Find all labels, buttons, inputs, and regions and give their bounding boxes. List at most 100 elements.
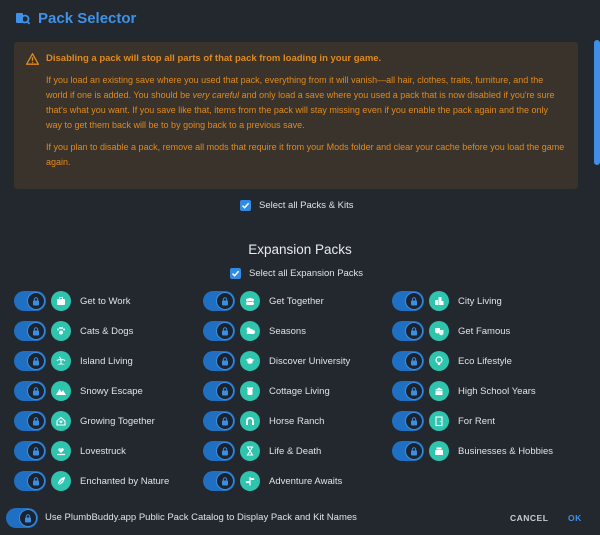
pack-toggle-get-together[interactable] — [203, 291, 235, 311]
pack-label: Horse Ranch — [269, 415, 325, 427]
pack-item-adventure-awaits: Adventure Awaits — [203, 470, 342, 492]
pack-toggle-adventure-awaits[interactable] — [203, 471, 235, 491]
pack-item-high-school-years: High School Years — [392, 380, 536, 402]
house-heart-icon — [51, 411, 71, 431]
warning-paragraph-2: If you plan to disable a pack, remove al… — [46, 142, 565, 167]
title-bar: Pack Selector — [0, 0, 600, 36]
lock-icon — [216, 322, 234, 340]
pack-item-snowy-escape: Snowy Escape — [14, 380, 143, 402]
pack-item-businesses-and-hobbies: Businesses & Hobbies — [392, 440, 553, 462]
pack-label: Lovestruck — [80, 445, 126, 457]
pack-toggle-life-and-death[interactable] — [203, 441, 235, 461]
catalog-toggle[interactable] — [6, 508, 38, 528]
pack-toggle-horse-ranch[interactable] — [203, 411, 235, 431]
pack-label: Get Together — [269, 295, 324, 307]
lock-icon — [27, 322, 45, 340]
island-icon — [51, 351, 71, 371]
lock-icon — [405, 292, 423, 310]
pack-item-island-living: Island Living — [14, 350, 133, 372]
pack-label: Eco Lifestyle — [458, 355, 512, 367]
pack-item-cats-and-dogs: Cats & Dogs — [14, 320, 133, 342]
lock-icon — [405, 382, 423, 400]
warning-paragraph-1: If you load an existing save where you u… — [46, 75, 555, 130]
pack-toggle-businesses-and-hobbies[interactable] — [392, 441, 424, 461]
pack-toggle-enchanted-by-nature[interactable] — [14, 471, 46, 491]
lightbulb-icon — [429, 351, 449, 371]
pack-toggle-high-school-years[interactable] — [392, 381, 424, 401]
group-icon — [240, 291, 260, 311]
pack-item-eco-lifestyle: Eco Lifestyle — [392, 350, 512, 372]
pack-toggle-cats-and-dogs[interactable] — [14, 321, 46, 341]
pack-item-get-together: Get Together — [203, 290, 324, 312]
pack-label: Cottage Living — [269, 385, 330, 397]
lock-icon — [27, 442, 45, 460]
pack-toggle-get-to-work[interactable] — [14, 291, 46, 311]
pack-label: Get to Work — [80, 295, 131, 307]
lock-icon — [216, 352, 234, 370]
pack-label: Businesses & Hobbies — [458, 445, 554, 457]
ok-button[interactable]: OK — [568, 513, 582, 523]
pack-label: Island Living — [80, 355, 133, 367]
pack-toggle-growing-together[interactable] — [14, 411, 46, 431]
pack-toggle-city-living[interactable] — [392, 291, 424, 311]
warning-heading: Disabling a pack will stop all parts of … — [26, 51, 566, 66]
pack-label: Snowy Escape — [80, 385, 143, 397]
select-all-packs-label: Select all Packs & Kits — [259, 200, 354, 211]
checkbox-checked-icon — [240, 200, 251, 211]
select-all-expansions-label: Select all Expansion Packs — [249, 268, 364, 279]
pack-label: Cats & Dogs — [80, 325, 134, 337]
pack-toggle-discover-university[interactable] — [203, 351, 235, 371]
pack-item-enchanted-by-nature: Enchanted by Nature — [14, 470, 169, 492]
pack-toggle-snowy-escape[interactable] — [14, 381, 46, 401]
pack-item-horse-ranch: Horse Ranch — [203, 410, 324, 432]
pack-label: For Rent — [458, 415, 495, 427]
pack-label: High School Years — [458, 385, 536, 397]
pack-item-life-and-death: Life & Death — [203, 440, 321, 462]
pack-toggle-lovestruck[interactable] — [14, 441, 46, 461]
pack-label: Seasons — [269, 325, 306, 337]
theater-icon — [429, 321, 449, 341]
briefcase-icon — [51, 291, 71, 311]
select-all-packs-checkbox[interactable]: Select all Packs & Kits — [240, 200, 354, 211]
weather-icon — [240, 321, 260, 341]
scrollbar-thumb[interactable] — [594, 40, 600, 165]
dialog-footer: Use PlumbBuddy.app Public Pack Catalog t… — [0, 506, 600, 530]
toggle-knob-icon — [19, 509, 37, 527]
warning-icon — [26, 52, 39, 65]
pack-toggle-get-famous[interactable] — [392, 321, 424, 341]
pack-label: Enchanted by Nature — [80, 475, 170, 487]
jar-icon — [240, 381, 260, 401]
hourglass-icon — [240, 441, 260, 461]
pack-selector-icon — [16, 13, 30, 25]
lock-icon — [27, 352, 45, 370]
lock-icon — [27, 472, 45, 490]
pack-item-get-to-work: Get to Work — [14, 290, 131, 312]
lock-icon — [405, 412, 423, 430]
pack-toggle-for-rent[interactable] — [392, 411, 424, 431]
heart-hand-icon — [51, 441, 71, 461]
lock-icon — [27, 292, 45, 310]
checkbox-checked-icon — [230, 268, 241, 279]
register-icon — [429, 441, 449, 461]
select-all-expansions-checkbox[interactable]: Select all Expansion Packs — [230, 268, 363, 279]
horseshoe-icon — [240, 411, 260, 431]
pack-label: Get Famous — [458, 325, 511, 337]
expansion-packs-heading: Expansion Packs — [248, 242, 352, 257]
paw-icon — [51, 321, 71, 341]
pack-toggle-eco-lifestyle[interactable] — [392, 351, 424, 371]
leaf-icon — [51, 471, 71, 491]
lock-icon — [405, 322, 423, 340]
lock-icon — [216, 472, 234, 490]
pack-item-lovestruck: Lovestruck — [14, 440, 126, 462]
lock-icon — [405, 352, 423, 370]
pack-label: City Living — [458, 295, 502, 307]
lock-icon — [216, 382, 234, 400]
cancel-button[interactable]: CANCEL — [510, 513, 548, 523]
mountain-icon — [51, 381, 71, 401]
pack-item-city-living: City Living — [392, 290, 502, 312]
school-icon — [429, 381, 449, 401]
pack-toggle-seasons[interactable] — [203, 321, 235, 341]
pack-toggle-island-living[interactable] — [14, 351, 46, 371]
pack-label: Adventure Awaits — [269, 475, 343, 487]
pack-toggle-cottage-living[interactable] — [203, 381, 235, 401]
